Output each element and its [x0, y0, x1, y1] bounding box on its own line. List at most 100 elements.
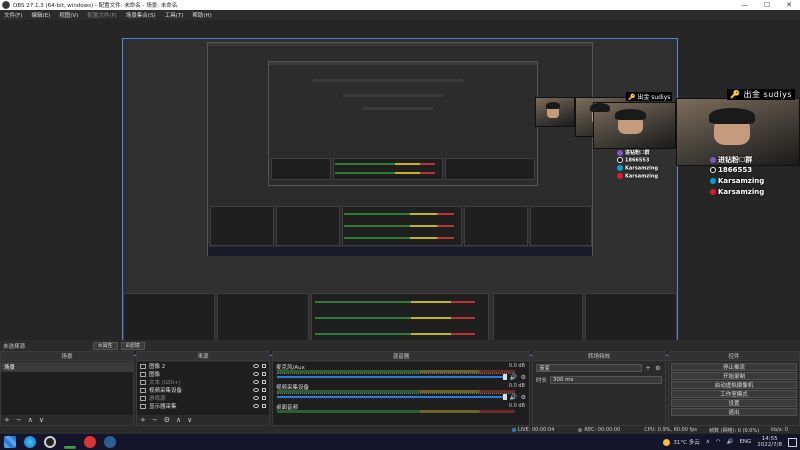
- source-item[interactable]: 文本 (GDI+): [137, 378, 269, 386]
- move-up-button[interactable]: ∧: [176, 416, 181, 424]
- menu-scene-collection[interactable]: 场景集合(S): [126, 11, 156, 19]
- scenes-title: 场景: [1, 352, 133, 361]
- mixer-channel-mic: 麦克风/Aux 0.0 dB 🔊 ⚙: [276, 363, 526, 381]
- move-down-button[interactable]: ∨: [39, 416, 44, 424]
- virtual-camera-button[interactable]: 启动虚拟摄像机: [671, 381, 797, 389]
- source-item[interactable]: 图像 2: [137, 362, 269, 370]
- volume-slider[interactable]: [277, 396, 507, 398]
- controls-title: 控件: [669, 352, 799, 361]
- gear-icon[interactable]: ⚙: [654, 364, 662, 372]
- weather-icon: [663, 438, 671, 446]
- image-icon: [140, 363, 146, 369]
- language-indicator[interactable]: ENG: [739, 439, 751, 445]
- menu-edit[interactable]: 编辑(E): [31, 11, 50, 19]
- volume-slider[interactable]: [277, 376, 507, 378]
- edge-browser-icon[interactable]: [24, 436, 36, 448]
- eye-icon[interactable]: [253, 404, 259, 408]
- no-source-label: 未选择源: [3, 343, 26, 350]
- filters-button[interactable]: ⊞滤镜: [120, 341, 145, 350]
- eye-icon[interactable]: [253, 380, 259, 384]
- kaizuan-icon: [710, 157, 716, 163]
- add-scene-button[interactable]: +: [4, 416, 10, 424]
- menu-file[interactable]: 文件(F): [4, 11, 22, 19]
- gear-icon[interactable]: ⚙: [521, 394, 526, 401]
- add-source-button[interactable]: +: [140, 416, 146, 424]
- settings-button[interactable]: 设置: [671, 399, 797, 407]
- scene-item[interactable]: 场景: [1, 362, 133, 372]
- start-recording-button[interactable]: 开始录制: [671, 372, 797, 380]
- stop-streaming-button[interactable]: 停止推流: [671, 363, 797, 371]
- app-icon[interactable]: [64, 446, 76, 449]
- preview-area[interactable]: 🔑 出金 sudiys 进钻粉☐群 1866553 Karsamzing Kar…: [0, 20, 800, 356]
- live-status: LIVE: 00:00:04: [511, 427, 567, 433]
- steam-icon[interactable]: [104, 436, 116, 448]
- notification-icon[interactable]: [788, 437, 797, 447]
- netease-music-icon[interactable]: [84, 436, 96, 448]
- source-item[interactable]: 视频采集设备: [137, 386, 269, 394]
- weather-text[interactable]: 31°C 多云: [673, 438, 699, 446]
- transitions-title: 转场特效: [533, 352, 665, 361]
- preview-canvas[interactable]: 🔑 出金 sudiys 进钻粉☐群 1866553 Karsamzing Kar…: [122, 38, 678, 356]
- social-bar-douyin: 1866553: [710, 166, 752, 174]
- lock-icon[interactable]: [262, 388, 266, 392]
- remove-scene-button[interactable]: −: [16, 416, 22, 424]
- volume-slider-handle[interactable]: [503, 394, 507, 400]
- lock-icon[interactable]: [262, 380, 266, 384]
- close-button[interactable]: ✕: [778, 0, 800, 10]
- text-icon: [140, 379, 146, 385]
- status-bar: LIVE: 00:00:04 REC: 00:00:00 CPU: 0.9%, …: [0, 426, 800, 434]
- sources-footer: + − ⚙ ∧ ∨: [137, 415, 269, 425]
- bilibili-icon: [710, 178, 716, 184]
- volume-slider-handle[interactable]: [503, 374, 507, 380]
- volume-icon[interactable]: 🔊: [727, 439, 734, 445]
- source-settings-button[interactable]: ⚙: [164, 416, 170, 424]
- lock-icon[interactable]: [262, 372, 266, 376]
- wifi-icon[interactable]: ◠: [716, 439, 721, 445]
- source-item[interactable]: 显示器采集: [137, 402, 269, 410]
- chevron-up-icon[interactable]: ∧: [706, 439, 710, 445]
- properties-button[interactable]: ⚙属性: [93, 341, 118, 350]
- clock[interactable]: 14:55 2022/7/8: [757, 436, 782, 448]
- move-down-button[interactable]: ∨: [187, 416, 192, 424]
- eye-icon[interactable]: [253, 372, 259, 376]
- menu-bar: 文件(F) 编辑(E) 视图(V) 配置文件(P) 场景集合(S) 工具(T) …: [0, 10, 800, 20]
- transitions-body: 渐变 + ⚙ 时长 300 ms: [533, 362, 665, 425]
- menu-help[interactable]: 帮助(H): [192, 11, 211, 19]
- eye-icon[interactable]: [253, 396, 259, 400]
- studio-mode-button[interactable]: 工作室模式: [671, 390, 797, 398]
- lock-icon[interactable]: [262, 396, 266, 400]
- audio-mixer-dock: 混音器 麦克风/Aux 0.0 dB 🔊 ⚙ 视频采集设备 0.0 dB 🔊 ⚙…: [272, 351, 530, 426]
- mixer-channels: 麦克风/Aux 0.0 dB 🔊 ⚙ 视频采集设备 0.0 dB 🔊 ⚙ 桌面音…: [273, 362, 529, 425]
- move-up-button[interactable]: ∧: [28, 416, 33, 424]
- menu-tools[interactable]: 工具(T): [165, 11, 184, 19]
- lock-icon[interactable]: [262, 364, 266, 368]
- sources-list: 图像 2 图像 文本 (GDI+) 视频采集设备 游戏源 显示器采集: [137, 362, 269, 415]
- duration-label: 时长: [536, 378, 548, 384]
- menu-profile[interactable]: 配置文件(P): [87, 11, 117, 19]
- add-icon[interactable]: +: [644, 364, 652, 372]
- gamepad-icon: [140, 395, 146, 401]
- gear-icon[interactable]: ⚙: [521, 374, 526, 381]
- speaker-icon[interactable]: 🔊: [510, 374, 517, 381]
- camera-icon: [140, 387, 146, 393]
- eye-icon[interactable]: [253, 364, 259, 368]
- speaker-icon[interactable]: 🔊: [510, 394, 517, 401]
- scenes-dock: 场景 场景 + − ∧ ∨: [0, 351, 134, 426]
- source-item[interactable]: 游戏源: [137, 394, 269, 402]
- menu-view[interactable]: 视图(V): [59, 11, 78, 19]
- bitrate-status: kb/s: 0: [771, 427, 788, 433]
- source-item[interactable]: 图像: [137, 370, 269, 378]
- eye-icon[interactable]: [253, 388, 259, 392]
- remove-source-button[interactable]: −: [152, 416, 158, 424]
- exit-button[interactable]: 退出: [671, 408, 797, 416]
- minimize-button[interactable]: —: [734, 0, 756, 10]
- obs-icon[interactable]: [44, 436, 56, 448]
- sources-dock: 来源 图像 2 图像 文本 (GDI+) 视频采集设备 游戏源 显示器采集 + …: [136, 351, 270, 426]
- social-row: Karsamzing: [617, 165, 658, 172]
- duration-input[interactable]: 300 ms: [550, 376, 662, 384]
- transition-select[interactable]: 渐变: [536, 364, 642, 372]
- windows-start-icon[interactable]: [4, 436, 16, 448]
- maximize-button[interactable]: ☐: [756, 0, 778, 10]
- lock-icon[interactable]: [262, 404, 266, 408]
- obs-logo-icon: [2, 1, 10, 9]
